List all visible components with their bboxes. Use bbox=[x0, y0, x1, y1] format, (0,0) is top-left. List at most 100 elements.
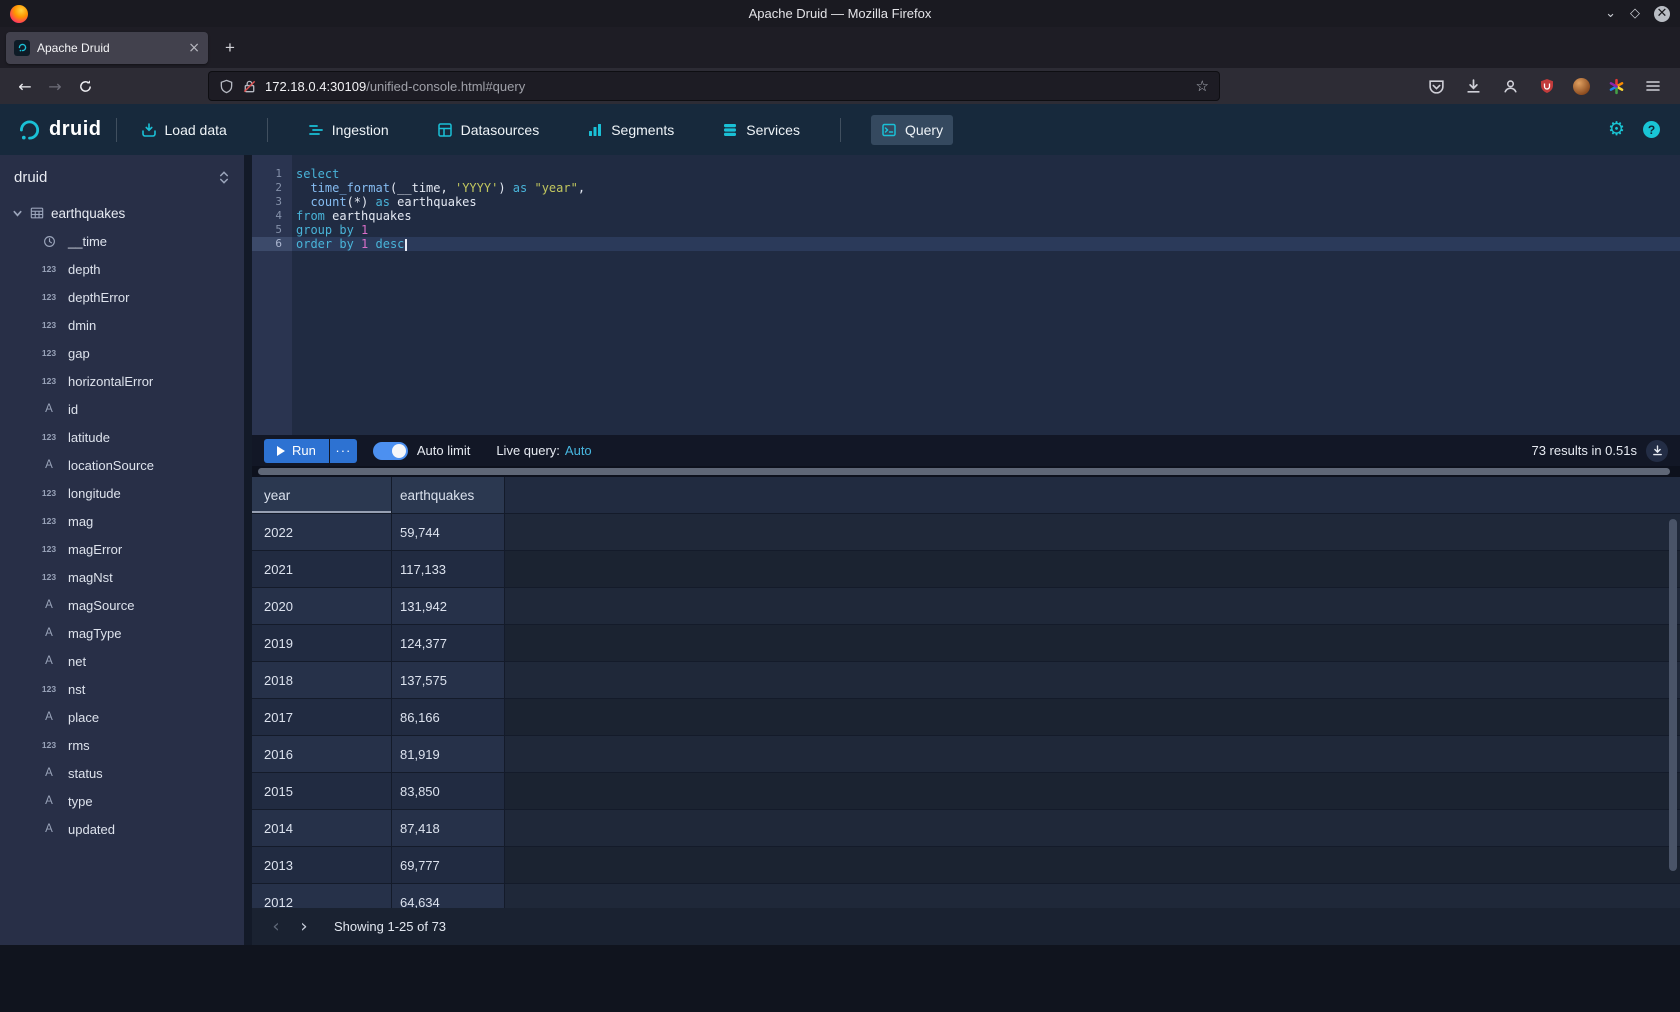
bookmark-star-icon[interactable]: ☆ bbox=[1196, 77, 1209, 95]
horizontal-scrollbar[interactable] bbox=[252, 466, 1680, 477]
pinwheel-extension-icon[interactable] bbox=[1605, 75, 1627, 97]
cell-year[interactable]: 2012 bbox=[252, 884, 392, 908]
back-button[interactable]: ← bbox=[10, 72, 40, 100]
column-item[interactable]: 123 A magType bbox=[0, 619, 244, 647]
column-item[interactable]: 123 A dmin bbox=[0, 311, 244, 339]
extension-avatar-icon[interactable] bbox=[1573, 78, 1590, 95]
cell-year[interactable]: 2020 bbox=[252, 588, 392, 625]
account-icon[interactable] bbox=[1499, 75, 1521, 97]
nav-segments[interactable]: Segments bbox=[577, 115, 684, 145]
menu-hamburger-icon[interactable] bbox=[1642, 75, 1664, 97]
table-row[interactable]: 2019 124,377 bbox=[252, 625, 1680, 662]
column-item[interactable]: 123 A magError bbox=[0, 535, 244, 563]
reload-button[interactable] bbox=[70, 72, 100, 100]
table-row[interactable]: 2014 87,418 bbox=[252, 810, 1680, 847]
run-more-button[interactable]: ··· bbox=[330, 439, 357, 463]
insecure-lock-icon[interactable] bbox=[242, 79, 257, 94]
table-row[interactable]: 2017 86,166 bbox=[252, 699, 1680, 736]
column-item[interactable]: 123 A status bbox=[0, 759, 244, 787]
previous-page-button[interactable]: ‹ bbox=[262, 913, 290, 941]
cell-earthquakes[interactable]: 64,634 bbox=[392, 884, 505, 908]
column-item[interactable]: 123 A place bbox=[0, 703, 244, 731]
cell-year[interactable]: 2016 bbox=[252, 736, 392, 773]
nav-query[interactable]: Query bbox=[871, 115, 953, 145]
cell-earthquakes[interactable]: 137,575 bbox=[392, 662, 505, 699]
column-header-year[interactable]: year bbox=[252, 477, 392, 513]
column-item[interactable]: 123 A __time bbox=[0, 227, 244, 255]
table-row[interactable]: 2016 81,919 bbox=[252, 736, 1680, 773]
tab-close-icon[interactable]: × bbox=[188, 40, 200, 56]
table-row[interactable]: 2021 117,133 bbox=[252, 551, 1680, 588]
cell-earthquakes[interactable]: 83,850 bbox=[392, 773, 505, 810]
cell-earthquakes[interactable]: 69,777 bbox=[392, 847, 505, 884]
next-page-button[interactable]: › bbox=[290, 913, 318, 941]
cell-year[interactable]: 2013 bbox=[252, 847, 392, 884]
table-row[interactable]: 2015 83,850 bbox=[252, 773, 1680, 810]
chevron-down-icon[interactable] bbox=[12, 208, 23, 219]
column-item[interactable]: 123 A latitude bbox=[0, 423, 244, 451]
druid-logo[interactable]: druid bbox=[16, 117, 102, 143]
tracking-shield-icon[interactable] bbox=[219, 79, 234, 94]
help-icon[interactable]: ? bbox=[1643, 121, 1660, 138]
cell-earthquakes[interactable]: 131,942 bbox=[392, 588, 505, 625]
new-tab-button[interactable]: + bbox=[216, 34, 244, 62]
window-minimize-button[interactable]: ⌄ bbox=[1605, 7, 1616, 20]
column-item[interactable]: 123 A mag bbox=[0, 507, 244, 535]
cell-year[interactable]: 2019 bbox=[252, 625, 392, 662]
column-item[interactable]: 123 A magNst bbox=[0, 563, 244, 591]
table-row[interactable]: 2012 64,634 bbox=[252, 884, 1680, 908]
cell-earthquakes[interactable]: 81,919 bbox=[392, 736, 505, 773]
column-item[interactable]: 123 A magSource bbox=[0, 591, 244, 619]
column-item[interactable]: 123 A nst bbox=[0, 675, 244, 703]
nav-datasources[interactable]: Datasources bbox=[427, 115, 550, 145]
nav-ingestion[interactable]: Ingestion bbox=[298, 115, 399, 145]
browser-tab[interactable]: Apache Druid × bbox=[6, 32, 208, 64]
cell-earthquakes[interactable]: 124,377 bbox=[392, 625, 505, 662]
column-header-earthquakes[interactable]: earthquakes bbox=[392, 477, 505, 513]
column-item[interactable]: 123 A rms bbox=[0, 731, 244, 759]
cell-year[interactable]: 2015 bbox=[252, 773, 392, 810]
pocket-icon[interactable] bbox=[1425, 75, 1447, 97]
column-item[interactable]: 123 A locationSource bbox=[0, 451, 244, 479]
cell-earthquakes[interactable]: 117,133 bbox=[392, 551, 505, 588]
column-item[interactable]: 123 A depthError bbox=[0, 283, 244, 311]
cell-earthquakes[interactable]: 87,418 bbox=[392, 810, 505, 847]
cell-year[interactable]: 2022 bbox=[252, 514, 392, 551]
nav-services[interactable]: Services bbox=[712, 115, 810, 145]
live-query-value[interactable]: Auto bbox=[565, 443, 592, 458]
cell-year[interactable]: 2017 bbox=[252, 699, 392, 736]
column-item[interactable]: 123 A depth bbox=[0, 255, 244, 283]
column-item[interactable]: 123 A horizontalError bbox=[0, 367, 244, 395]
url-bar[interactable]: 172.18.0.4:30109/unified-console.html#qu… bbox=[208, 71, 1220, 101]
cell-year[interactable]: 2014 bbox=[252, 810, 392, 847]
auto-limit-toggle[interactable] bbox=[373, 442, 408, 460]
table-tree-item[interactable]: earthquakes bbox=[0, 199, 244, 227]
forward-button[interactable]: → bbox=[40, 72, 70, 100]
window-close-button[interactable]: ✕ bbox=[1654, 6, 1670, 22]
horizontal-scrollbar-thumb[interactable] bbox=[258, 468, 1670, 475]
downloads-icon[interactable] bbox=[1462, 75, 1484, 97]
column-item[interactable]: 123 A net bbox=[0, 647, 244, 675]
vertical-scrollbar-thumb[interactable] bbox=[1669, 519, 1677, 871]
cell-earthquakes[interactable]: 86,166 bbox=[392, 699, 505, 736]
settings-gear-icon[interactable]: ⚙ bbox=[1608, 120, 1625, 139]
column-item[interactable]: 123 A type bbox=[0, 787, 244, 815]
cell-year[interactable]: 2021 bbox=[252, 551, 392, 588]
column-item[interactable]: 123 A updated bbox=[0, 815, 244, 843]
ublock-icon[interactable] bbox=[1536, 75, 1558, 97]
column-item[interactable]: 123 A gap bbox=[0, 339, 244, 367]
cell-earthquakes[interactable]: 59,744 bbox=[392, 514, 505, 551]
column-item[interactable]: 123 A longitude bbox=[0, 479, 244, 507]
sort-columns-icon[interactable] bbox=[218, 170, 230, 185]
table-row[interactable]: 2022 59,744 bbox=[252, 514, 1680, 551]
table-row[interactable]: 2013 69,777 bbox=[252, 847, 1680, 884]
cell-year[interactable]: 2018 bbox=[252, 662, 392, 699]
sql-editor[interactable]: 1 select 2 time_format(__time, 'YYYY') a… bbox=[252, 155, 1680, 435]
window-maximize-button[interactable]: ◇ bbox=[1630, 7, 1640, 20]
url-text[interactable]: 172.18.0.4:30109/unified-console.html#qu… bbox=[265, 79, 1188, 94]
table-row[interactable]: 2018 137,575 bbox=[252, 662, 1680, 699]
download-results-button[interactable] bbox=[1646, 440, 1668, 462]
run-button[interactable]: Run bbox=[264, 439, 329, 463]
column-item[interactable]: 123 A id bbox=[0, 395, 244, 423]
nav-load-data[interactable]: Load data bbox=[131, 115, 237, 145]
